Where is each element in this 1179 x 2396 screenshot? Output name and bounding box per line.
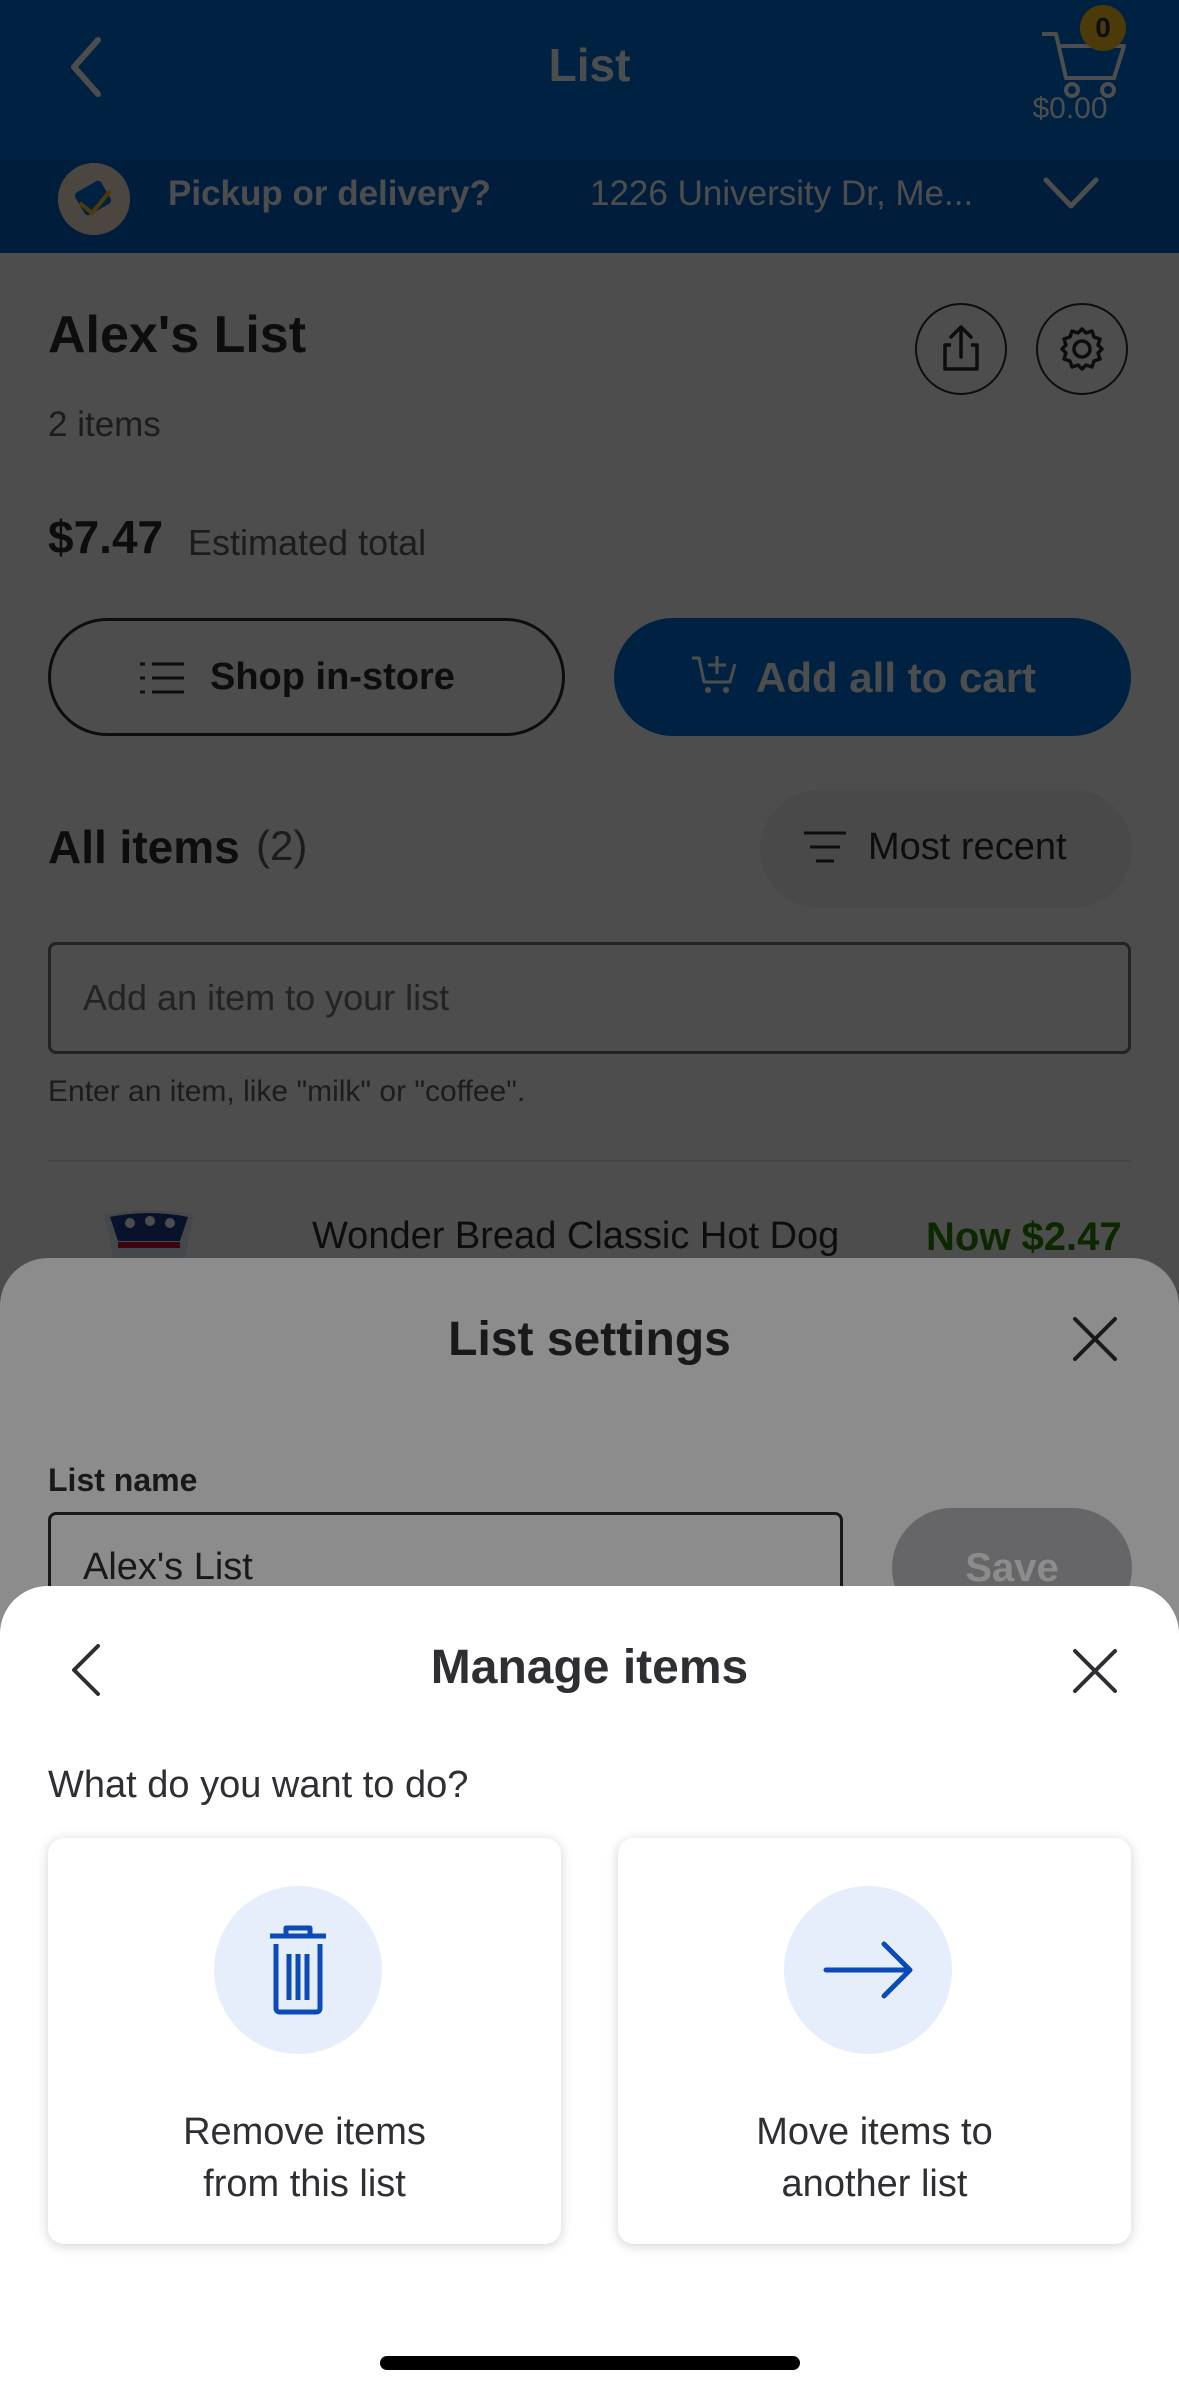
home-indicator (380, 2356, 800, 2370)
trash-icon (270, 1925, 326, 2015)
remove-items-line2: from this list (203, 2163, 406, 2205)
manage-items-title: Manage items (430, 1641, 749, 1694)
remove-items-option[interactable]: Remove items from this list (48, 1838, 561, 2244)
remove-items-line1: Remove items (183, 2111, 426, 2153)
close-icon[interactable] (1070, 1646, 1120, 1696)
move-items-option[interactable]: Move items to another list (618, 1838, 1131, 2244)
move-icon-circle (784, 1886, 952, 2054)
manage-items-question: What do you want to do? (48, 1764, 469, 1806)
move-items-line2: another list (781, 2163, 968, 2205)
remove-icon-circle (214, 1886, 382, 2054)
arrow-right-icon (823, 1941, 913, 1999)
move-items-line1: Move items to (756, 2111, 993, 2153)
